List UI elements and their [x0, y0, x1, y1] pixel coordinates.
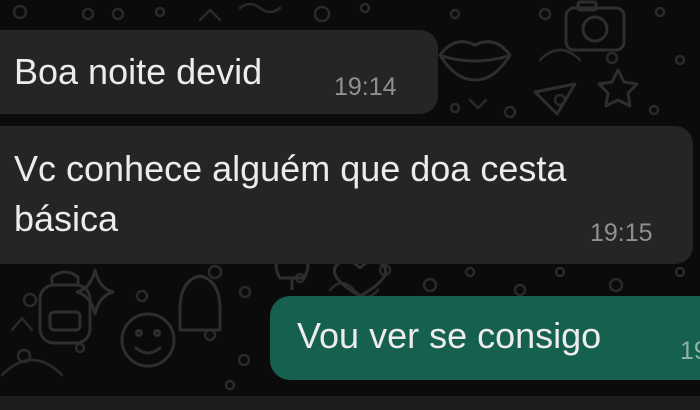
message-text: Vou ver se consigo: [297, 315, 602, 356]
message-bubble-outgoing[interactable]: Vou ver se consigo 19: [270, 296, 700, 380]
message-text: Boa noite devid: [14, 51, 263, 92]
message-timestamp: 19: [680, 337, 700, 365]
message-bubble-incoming[interactable]: Boa noite devid 19:14: [0, 30, 438, 114]
message-bubble-incoming[interactable]: Vc conhece alguém que doa cesta básica 1…: [0, 126, 693, 264]
message-timestamp: 19:15: [590, 219, 653, 247]
message-text: Vc conhece alguém que doa cesta: [14, 148, 567, 189]
chat-messages: Boa noite devid 19:14 Vc conhece alguém …: [0, 0, 700, 410]
message-text: básica: [14, 198, 119, 239]
bottom-bar: [0, 396, 700, 410]
message-timestamp: 19:14: [334, 73, 397, 101]
